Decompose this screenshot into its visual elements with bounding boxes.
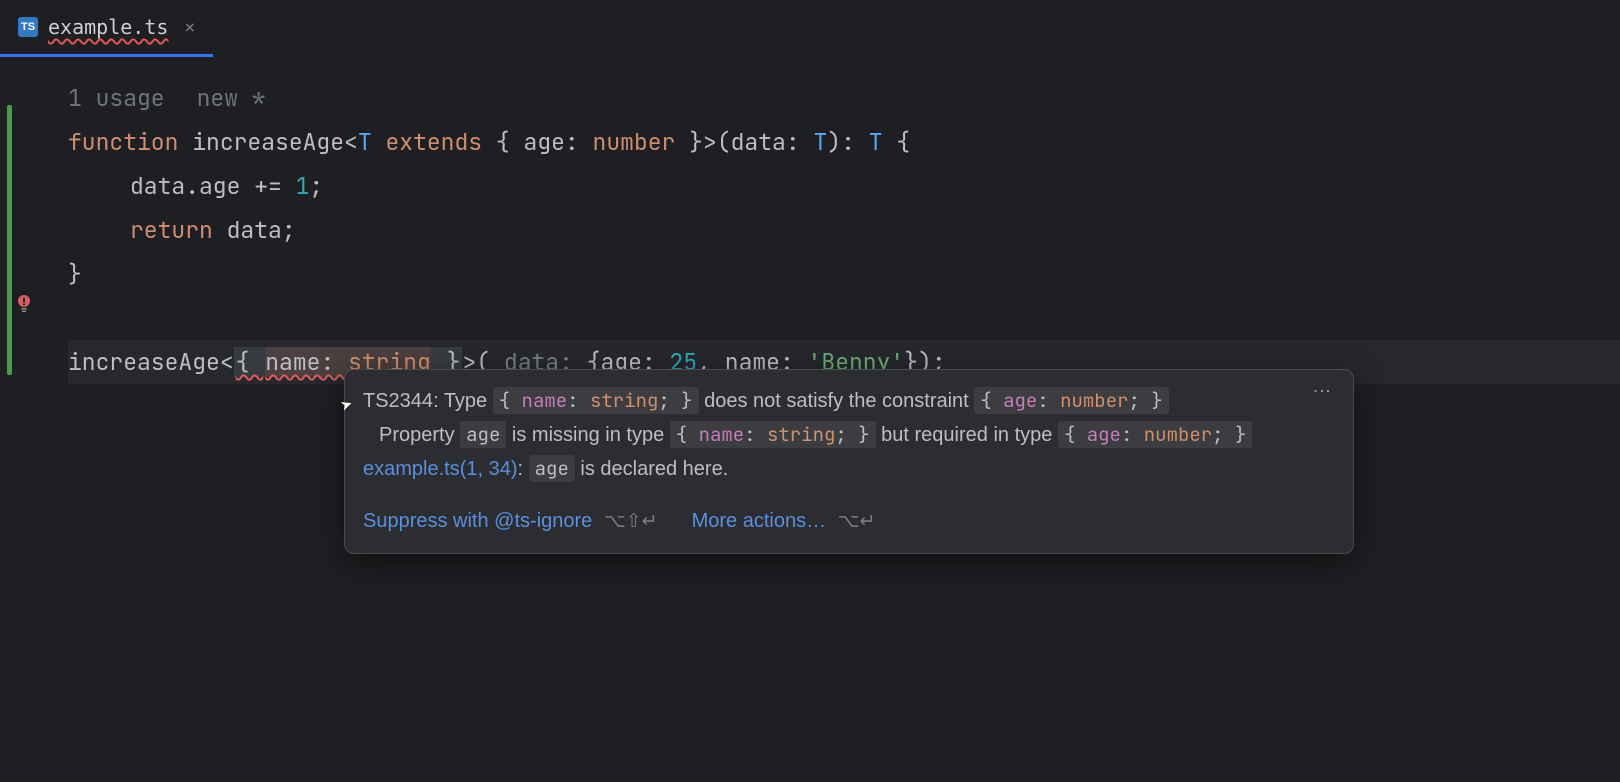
expr: data; (213, 215, 296, 245)
punct: ( (717, 127, 731, 157)
punct: { (496, 127, 510, 157)
tooltip-line-2: Property age is missing in type { name: … (363, 418, 1335, 452)
gutter (0, 58, 68, 782)
error-bulb-icon[interactable] (16, 294, 32, 318)
punct: : (786, 127, 800, 157)
error-code: TS2344 (363, 390, 433, 412)
type-chip: { name: string; } (493, 387, 699, 414)
code-line[interactable]: function increaseAge<T extends { age: nu… (68, 120, 1620, 164)
punct: > (703, 127, 717, 157)
kw-return: return (130, 215, 213, 245)
punct: ; (309, 171, 323, 201)
func-name: increaseAge (192, 127, 344, 157)
msg: is missing in type (506, 424, 669, 446)
error-tooltip: ⋮ TS2344: Type { name: string; } does no… (344, 369, 1354, 554)
punct: : (565, 127, 579, 157)
type-chip: { age: number; } (1058, 421, 1252, 448)
msg: : (518, 458, 529, 480)
kw-function: function (68, 127, 178, 157)
punct: ) (827, 127, 841, 157)
kw-extends: extends (385, 127, 482, 157)
msg: Property (379, 424, 460, 446)
tooltip-line-1: TS2344: Type { name: string; } does not … (363, 384, 1335, 418)
code-line[interactable]: data.age += 1; (68, 164, 1620, 208)
code-line-blank[interactable] (68, 296, 1620, 340)
new-hint[interactable]: new * (197, 83, 266, 113)
param-data: data (731, 127, 786, 157)
code-area[interactable]: 1 usagenew * function increaseAge<T exte… (68, 58, 1620, 782)
msg: is declared here. (575, 458, 728, 480)
more-icon[interactable]: ⋮ (1305, 382, 1339, 399)
typescript-file-icon: TS (18, 17, 38, 37)
shortcut: ⌥⇧↵ (604, 511, 658, 532)
tooltip-line-3: example.ts(1, 34): age is declared here. (363, 452, 1335, 486)
punct: } (689, 127, 703, 157)
param-type: T (813, 127, 827, 157)
more-actions[interactable]: More actions… (692, 510, 827, 532)
editor[interactable]: 1 usagenew * function increaseAge<T exte… (0, 58, 1620, 782)
tab-bar: TS example.ts × (0, 0, 1620, 58)
source-link[interactable]: example.ts(1, 34) (363, 458, 518, 480)
expr: data.age += (130, 171, 296, 201)
inlay-hints: 1 usage new * (68, 76, 1620, 120)
tab-label: example.ts (48, 15, 168, 39)
type-chip: { age: number; } (974, 387, 1168, 414)
msg: but required in type (876, 424, 1058, 446)
usage-hint[interactable]: 1 usage (68, 83, 165, 113)
code-line[interactable]: } (68, 252, 1620, 296)
msg: does not satisfy the constraint (699, 390, 975, 412)
call-increaseAge: increaseAge (68, 347, 220, 377)
shortcut: ⌥↵ (838, 511, 876, 532)
close-tab-icon[interactable]: × (184, 17, 195, 38)
num-1: 1 (296, 171, 310, 201)
punct: < (344, 127, 358, 157)
prop-chip: age (529, 455, 575, 482)
err-open: { (234, 347, 266, 377)
code-line[interactable]: return data; (68, 208, 1620, 252)
prop-age: age (524, 127, 565, 157)
vcs-change-marker[interactable] (7, 105, 12, 375)
punct: : (841, 127, 855, 157)
suppress-action[interactable]: Suppress with @ts-ignore (363, 510, 592, 532)
err-prop: name (265, 347, 320, 377)
punct: } (68, 259, 82, 289)
prop-chip: age (460, 421, 506, 448)
ret-type: T (869, 127, 883, 157)
tooltip-actions: Suppress with @ts-ignore ⌥⇧↵ More action… (363, 504, 1335, 539)
type-number: number (593, 127, 676, 157)
type-chip: { name: string; } (670, 421, 876, 448)
punct: < (220, 347, 234, 377)
msg: : Type (433, 390, 493, 412)
punct: { (896, 127, 910, 157)
punct: : (320, 347, 348, 377)
generic-T: T (358, 127, 372, 157)
tab-example-ts[interactable]: TS example.ts × (0, 0, 213, 57)
